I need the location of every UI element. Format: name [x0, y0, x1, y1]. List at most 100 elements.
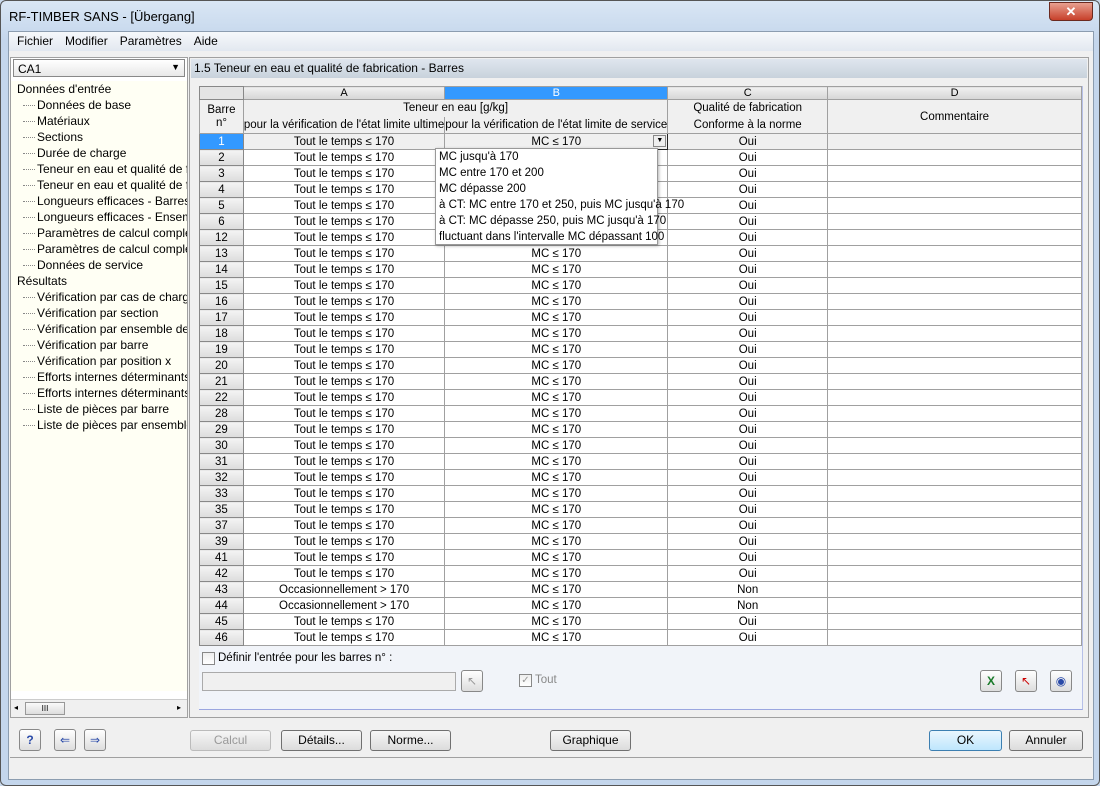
tree-item[interactable]: Vérification par position x [11, 353, 187, 369]
col-d-cell[interactable] [827, 261, 1082, 278]
ok-button[interactable]: OK [929, 730, 1002, 751]
row-number[interactable]: 33 [199, 485, 244, 502]
col-d-cell[interactable] [827, 469, 1082, 486]
table-row[interactable]: 41 Tout le temps ≤ 170 MC ≤ 170 Oui [199, 549, 1082, 566]
menu-modifier[interactable]: Modifier [59, 32, 114, 51]
all-checkbox[interactable]: ✓ [519, 674, 532, 687]
dropdown-option[interactable]: fluctuant dans l'intervalle MC dépassant… [436, 229, 664, 245]
table-row[interactable]: 19 Tout le temps ≤ 170 MC ≤ 170 Oui [199, 341, 1082, 358]
col-b-cell[interactable]: MC ≤ 170 [444, 549, 669, 566]
col-d-cell[interactable] [827, 389, 1082, 406]
row-number[interactable]: 45 [199, 613, 244, 630]
col-d-cell[interactable] [827, 133, 1082, 150]
tree-item[interactable]: Durée de charge [11, 145, 187, 161]
col-a-cell[interactable]: Tout le temps ≤ 170 [242, 533, 446, 550]
row-number[interactable]: 18 [199, 325, 244, 342]
pick-cursor-icon[interactable]: ↖ [461, 670, 483, 692]
tree-item[interactable]: Teneur en eau et qualité de fab [11, 177, 187, 193]
col-c-cell[interactable]: Oui [667, 613, 829, 630]
col-d-cell[interactable] [827, 613, 1082, 630]
table-row[interactable]: 30 Tout le temps ≤ 170 MC ≤ 170 Oui [199, 437, 1082, 454]
col-c-cell[interactable]: Oui [667, 245, 829, 262]
col-d-cell[interactable] [827, 485, 1082, 502]
col-b-cell[interactable]: MC ≤ 170 [444, 357, 669, 374]
col-b-cell[interactable]: MC ≤ 170 [444, 581, 669, 598]
excel-export-icon[interactable]: X [980, 670, 1002, 692]
col-b-cell[interactable]: MC ≤ 170 [444, 261, 669, 278]
menu-fichier[interactable]: Fichier [11, 32, 59, 51]
col-a-cell[interactable]: Tout le temps ≤ 170 [242, 469, 446, 486]
col-c-cell[interactable]: Oui [667, 309, 829, 326]
col-c-cell[interactable]: Oui [667, 565, 829, 582]
scroll-right-icon[interactable]: ▸ [177, 703, 181, 712]
col-letter-a[interactable]: A [242, 86, 446, 100]
col-c-cell[interactable]: Non [667, 597, 829, 614]
tree-item[interactable]: Vérification par section [11, 305, 187, 321]
tree-item[interactable]: Efforts internes déterminants p [11, 385, 187, 401]
tree-item[interactable]: Données de service [11, 257, 187, 273]
col-a-cell[interactable]: Tout le temps ≤ 170 [242, 197, 446, 214]
col-d-cell[interactable] [827, 213, 1082, 230]
col-d-cell[interactable] [827, 341, 1082, 358]
load-case-select[interactable]: CA1 ▼ [13, 59, 185, 77]
table-row[interactable]: 21 Tout le temps ≤ 170 MC ≤ 170 Oui [199, 373, 1082, 390]
col-a-cell[interactable]: Tout le temps ≤ 170 [242, 341, 446, 358]
graphique-button[interactable]: Graphique [550, 730, 631, 751]
help-icon[interactable]: ? [19, 729, 41, 751]
tree-item[interactable]: Vérification par barre [11, 337, 187, 353]
col-a-cell[interactable]: Tout le temps ≤ 170 [242, 501, 446, 518]
table-row[interactable]: 28 Tout le temps ≤ 170 MC ≤ 170 Oui [199, 405, 1082, 422]
table-row[interactable]: 13 Tout le temps ≤ 170 MC ≤ 170 Oui [199, 245, 1082, 262]
close-button[interactable]: ✕ [1049, 2, 1093, 21]
scroll-thumb[interactable]: III [25, 702, 65, 715]
col-c-cell[interactable]: Oui [667, 437, 829, 454]
col-c-cell[interactable]: Oui [667, 517, 829, 534]
col-d-cell[interactable] [827, 565, 1082, 582]
tree-item[interactable]: Vérification par ensemble de ba [11, 321, 187, 337]
col-d-cell[interactable] [827, 405, 1082, 422]
col-letter-c[interactable]: C [667, 86, 829, 100]
row-number[interactable]: 19 [199, 341, 244, 358]
row-number[interactable]: 13 [199, 245, 244, 262]
table-row[interactable]: 37 Tout le temps ≤ 170 MC ≤ 170 Oui [199, 517, 1082, 534]
col-d-cell[interactable] [827, 309, 1082, 326]
col-a-cell[interactable]: Tout le temps ≤ 170 [242, 133, 446, 150]
col-c-cell[interactable]: Oui [667, 133, 829, 150]
next-icon[interactable]: ⇒ [84, 729, 106, 751]
col-c-cell[interactable]: Oui [667, 549, 829, 566]
previous-icon[interactable]: ⇐ [54, 729, 76, 751]
row-number[interactable]: 17 [199, 309, 244, 326]
tree-item[interactable]: Liste de pièces par barre [11, 401, 187, 417]
col-a-cell[interactable]: Tout le temps ≤ 170 [242, 165, 446, 182]
col-b-cell[interactable]: MC ≤ 170 [444, 613, 669, 630]
row-number[interactable]: 37 [199, 517, 244, 534]
dropdown-option[interactable]: à CT: MC dépasse 250, puis MC jusqu'à 17… [436, 213, 666, 229]
col-d-cell[interactable] [827, 629, 1082, 646]
menu-parametres[interactable]: Paramètres [114, 32, 188, 51]
tree-group-results[interactable]: Résultats [11, 273, 187, 289]
row-number[interactable]: 4 [199, 181, 244, 198]
dropdown-option[interactable]: à CT: MC entre 170 et 250, puis MC jusqu… [436, 197, 684, 213]
col-c-cell[interactable]: Oui [667, 277, 829, 294]
select-pointer-icon[interactable]: ↖ [1015, 670, 1037, 692]
row-number[interactable]: 16 [199, 293, 244, 310]
col-c-cell[interactable]: Oui [667, 229, 829, 246]
table-row[interactable]: 18 Tout le temps ≤ 170 MC ≤ 170 Oui [199, 325, 1082, 342]
col-d-cell[interactable] [827, 293, 1082, 310]
view-eye-icon[interactable]: ◉ [1050, 670, 1072, 692]
dropdown-option[interactable]: MC jusqu'à 170 [436, 149, 657, 165]
row-number[interactable]: 21 [199, 373, 244, 390]
col-d-cell[interactable] [827, 197, 1082, 214]
col-b-cell[interactable]: MC ≤ 170 [444, 629, 669, 646]
col-a-cell[interactable]: Tout le temps ≤ 170 [242, 405, 446, 422]
annuler-button[interactable]: Annuler [1009, 730, 1083, 751]
col-b-cell[interactable]: MC ≤ 170 [444, 341, 669, 358]
details-button[interactable]: Détails... [281, 730, 362, 751]
col-b-cell[interactable]: MC ≤ 170 [444, 517, 669, 534]
col-c-cell[interactable]: Oui [667, 213, 829, 230]
row-number[interactable]: 2 [199, 149, 244, 166]
col-c-cell[interactable]: Oui [667, 197, 829, 214]
row-number[interactable]: 12 [199, 229, 244, 246]
col-b-cell[interactable]: MC ≤ 170 [444, 293, 669, 310]
col-d-cell[interactable] [827, 501, 1082, 518]
